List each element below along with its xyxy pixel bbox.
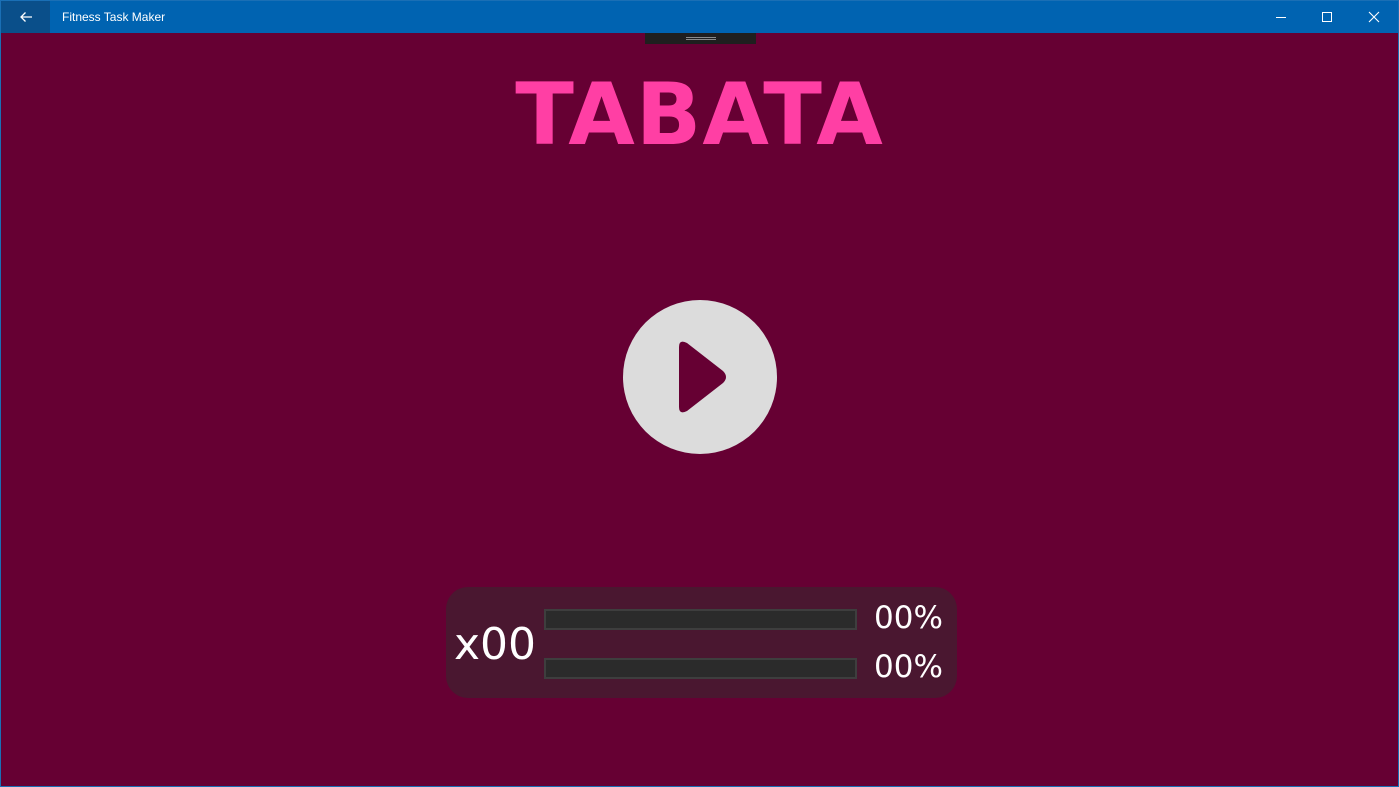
- grip-icon: [685, 37, 716, 40]
- maximize-icon: [1322, 12, 1332, 22]
- minimize-icon: [1276, 17, 1286, 18]
- title-bar[interactable]: Fitness Task Maker: [1, 1, 1398, 33]
- drag-handle[interactable]: [645, 33, 756, 44]
- app-title: Fitness Task Maker: [62, 10, 166, 24]
- maximize-button[interactable]: [1304, 1, 1350, 33]
- rounds-count: x00: [454, 619, 537, 670]
- progress-bar-1: [544, 609, 857, 630]
- progress-bar-2: [544, 658, 857, 679]
- back-button[interactable]: [1, 1, 50, 33]
- minimize-button[interactable]: [1258, 1, 1304, 33]
- close-button[interactable]: [1351, 1, 1397, 33]
- app-window: Fitness Task Maker TABATA x00 00% 00%: [0, 0, 1399, 787]
- progress-percent-2: 00%: [874, 649, 943, 685]
- close-icon: [1368, 11, 1380, 23]
- progress-panel: x00 00% 00%: [446, 587, 957, 698]
- progress-percent-1: 00%: [874, 600, 943, 636]
- play-icon: [679, 341, 726, 413]
- back-arrow-icon: [19, 12, 32, 22]
- workout-title: TABATA: [515, 65, 884, 165]
- play-button[interactable]: [623, 300, 777, 454]
